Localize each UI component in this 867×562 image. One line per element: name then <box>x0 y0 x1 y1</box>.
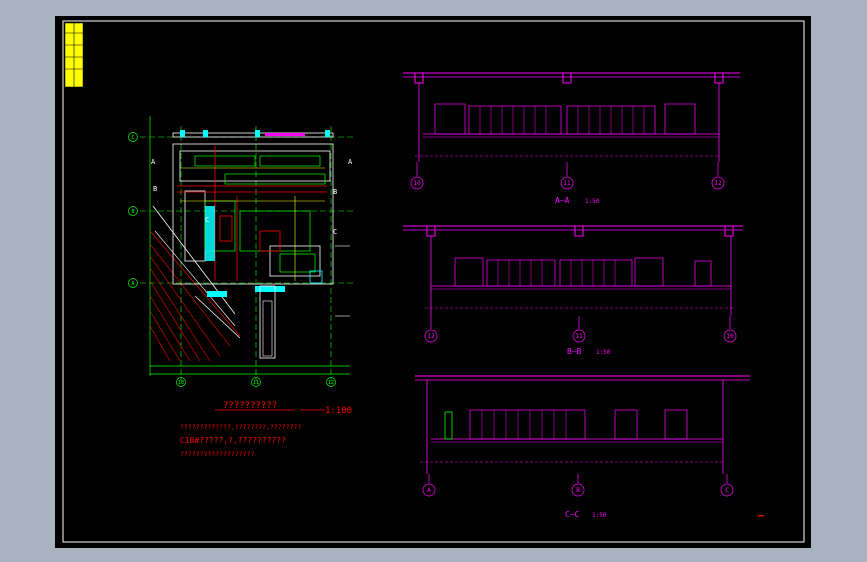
border-frame <box>62 20 805 543</box>
cc-axis-3: C <box>725 487 729 494</box>
section-aa: 10 11 12 A—A 1:50 <box>403 72 740 205</box>
plan-grid-b: B <box>131 209 134 215</box>
plan-grid-c: C <box>131 135 134 141</box>
plan-grid-10: 10 <box>178 380 184 386</box>
plan-note-2: C10#?????,?,?????????? <box>180 436 286 445</box>
plan-title-block: ?????????? 1:100 ?????????????,????????,… <box>180 401 352 458</box>
section-cc: A B C C—C 1:50 <box>415 375 750 519</box>
cc-axis-2: B <box>576 487 580 494</box>
floor-plan: C B A 10 11 12 A A B B C C <box>128 116 355 387</box>
section-mark-a1: A <box>151 158 156 166</box>
aa-axis-1: 10 <box>413 180 421 187</box>
section-bb: 12 11 10 B—B 1:50 <box>403 225 743 356</box>
aa-scale: 1:50 <box>585 198 600 205</box>
plan-scale: 1:100 <box>325 406 352 416</box>
section-mark-c2: C <box>333 228 337 236</box>
aa-axis-2: 11 <box>563 180 571 187</box>
cc-axis-1: A <box>427 487 431 494</box>
plan-grid-12: 12 <box>328 380 334 386</box>
section-mark-a2: A <box>348 158 353 166</box>
section-mark-b1: B <box>153 185 157 193</box>
title-block <box>64 22 84 88</box>
bb-title: B—B <box>567 347 582 356</box>
plan-note-3: ??????????????????? <box>180 450 254 458</box>
cc-scale: 1:50 <box>592 512 607 519</box>
section-mark-b2: B <box>333 188 337 196</box>
section-mark-c1: C <box>205 216 209 224</box>
aa-axis-3: 12 <box>714 180 722 187</box>
aa-title: A—A <box>555 196 570 205</box>
bb-axis-2: 11 <box>575 333 583 340</box>
plan-note-1: ?????????????,????????,???????? <box>180 423 301 431</box>
drawing-sheet[interactable]: C B A 10 11 12 A A B B C C ?????????? 1:… <box>55 16 811 548</box>
cad-canvas[interactable]: C B A 10 11 12 A A B B C C ?????????? 1:… <box>55 16 811 548</box>
corner-mark: ▬▬ <box>758 513 764 519</box>
bb-axis-3: 10 <box>726 333 734 340</box>
bb-axis-1: 12 <box>427 333 435 340</box>
plan-grid-a: A <box>131 281 134 287</box>
bb-scale: 1:50 <box>596 349 611 356</box>
plan-title: ?????????? <box>223 401 277 411</box>
cc-title: C—C <box>565 510 580 519</box>
plan-grid-11: 11 <box>253 380 259 386</box>
